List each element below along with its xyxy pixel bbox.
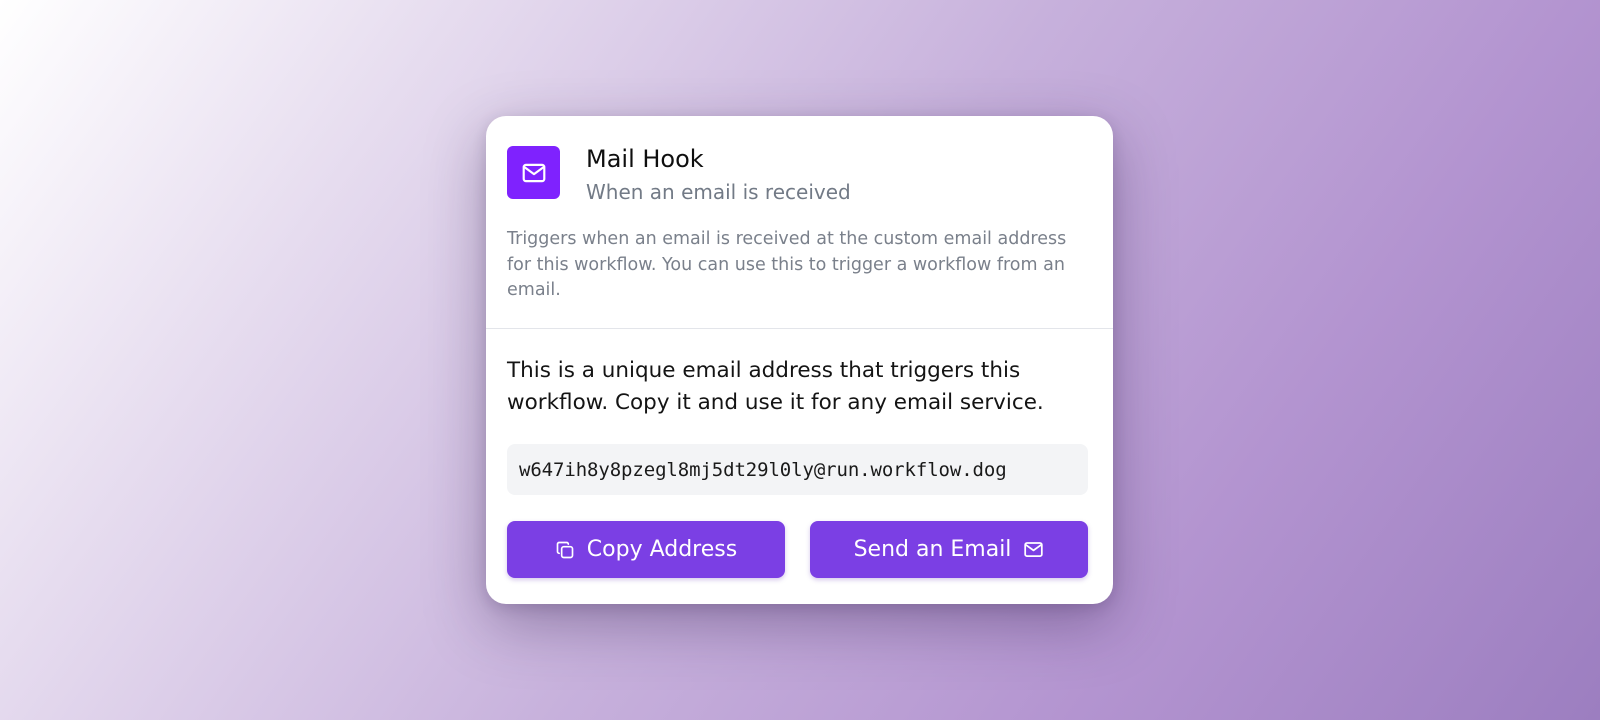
trigger-description: Triggers when an email is received at th… bbox=[507, 229, 1067, 300]
card-header: Mail Hook When an email is received bbox=[507, 145, 851, 208]
card-subtitle: When an email is received bbox=[586, 180, 851, 204]
copy-address-label: Copy Address bbox=[586, 537, 738, 562]
mail-icon bbox=[522, 163, 545, 182]
email-address-field[interactable]: w647ih8y8pzegl8mj5dt29l0ly@run.workflow.… bbox=[507, 444, 1088, 495]
mail-hook-card: Mail Hook When an email is received Trig… bbox=[486, 116, 1113, 604]
send-email-label: Send an Email bbox=[853, 537, 1012, 562]
divider bbox=[486, 328, 1113, 329]
mail-hook-icon bbox=[507, 146, 560, 199]
card-title: Mail Hook bbox=[586, 145, 704, 173]
mail-icon bbox=[1023, 539, 1044, 560]
send-email-button[interactable]: Send an Email bbox=[810, 521, 1088, 578]
copy-address-button[interactable]: Copy Address bbox=[507, 521, 785, 578]
copy-icon bbox=[555, 540, 575, 560]
info-text: This is a unique email address that trig… bbox=[507, 358, 1044, 415]
title-group: Mail Hook When an email is received bbox=[586, 142, 851, 208]
